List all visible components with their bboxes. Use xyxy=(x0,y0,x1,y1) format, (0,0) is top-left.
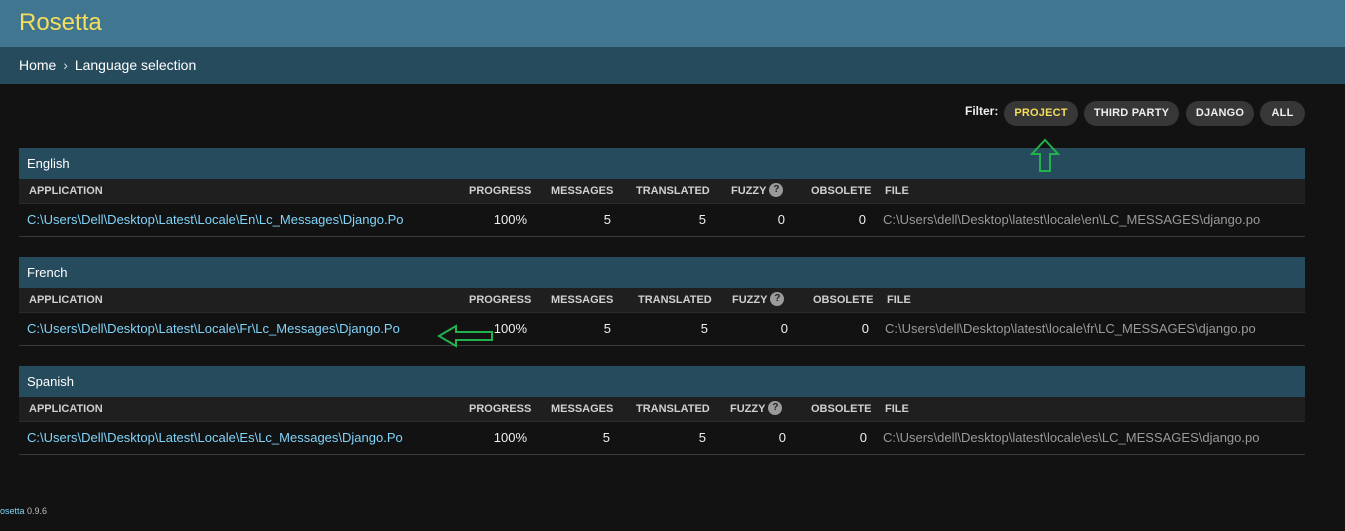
fuzzy-value: 0 xyxy=(778,430,786,445)
help-icon[interactable]: ? xyxy=(768,401,783,416)
file-path: C:\Users\dell\Desktop\latest\locale\fr\L… xyxy=(885,321,1256,336)
table-header: APPLICATION PROGRESS MESSAGES TRANSLATED… xyxy=(19,288,1305,313)
column-obsolete: OBSOLETE xyxy=(811,403,872,415)
file-path: C:\Users\dell\Desktop\latest\locale\en\L… xyxy=(883,212,1261,227)
breadcrumb-home-link[interactable]: Home xyxy=(19,57,56,73)
application-link[interactable]: C:\Users\Dell\Desktop\Latest\Locale\En\L… xyxy=(27,212,403,227)
table-row: C:\Users\Dell\Desktop\Latest\Locale\Es\L… xyxy=(19,422,1305,455)
column-fuzzy: FUZZY? xyxy=(730,397,783,421)
column-progress: PROGRESS xyxy=(469,294,532,306)
filter-label: Filter: xyxy=(965,104,999,118)
language-module-french: French APPLICATION PROGRESS MESSAGES TRA… xyxy=(19,257,1305,346)
site-header: Rosetta xyxy=(0,0,1345,47)
progress-value: 100% xyxy=(493,212,527,227)
footer-version: 0.9.6 xyxy=(27,506,48,516)
column-translated: TRANSLATED xyxy=(636,185,710,197)
filter-project-button[interactable]: PROJECT xyxy=(1004,101,1078,126)
site-brand[interactable]: Rosetta xyxy=(19,9,102,37)
translated-value: 5 xyxy=(698,212,706,227)
progress-value: 100% xyxy=(493,430,527,445)
translated-value: 5 xyxy=(700,321,708,336)
table-header: APPLICATION PROGRESS MESSAGES TRANSLATED… xyxy=(19,397,1305,422)
column-application: APPLICATION xyxy=(29,403,103,415)
footer-rosetta-link[interactable]: osetta xyxy=(0,506,25,516)
file-path: C:\Users\dell\Desktop\latest\locale\es\L… xyxy=(883,430,1260,445)
column-application: APPLICATION xyxy=(29,294,103,306)
column-fuzzy-label: FUZZY xyxy=(731,185,767,197)
column-obsolete: OBSOLETE xyxy=(813,294,874,306)
breadcrumb: Home › Language selection xyxy=(0,47,1345,84)
obsolete-value: 0 xyxy=(859,430,867,445)
column-fuzzy: FUZZY? xyxy=(731,179,784,203)
column-application: APPLICATION xyxy=(29,185,103,197)
obsolete-value: 0 xyxy=(858,212,866,227)
column-messages: MESSAGES xyxy=(551,294,614,306)
annotation-left-arrow-icon xyxy=(437,324,493,348)
language-module-spanish: Spanish APPLICATION PROGRESS MESSAGES TR… xyxy=(19,366,1305,455)
language-title: French xyxy=(19,257,1305,288)
column-file: FILE xyxy=(885,185,909,197)
messages-value: 5 xyxy=(603,321,611,336)
language-module-english: English APPLICATION PROGRESS MESSAGES TR… xyxy=(19,148,1305,237)
column-obsolete: OBSOLETE xyxy=(811,185,872,197)
messages-value: 5 xyxy=(602,430,610,445)
fuzzy-value: 0 xyxy=(777,212,785,227)
column-file: FILE xyxy=(887,294,911,306)
help-icon[interactable]: ? xyxy=(769,183,784,198)
breadcrumb-separator: › xyxy=(63,57,68,73)
column-translated: TRANSLATED xyxy=(638,294,712,306)
messages-value: 5 xyxy=(603,212,611,227)
annotation-up-arrow-icon xyxy=(1030,138,1060,172)
obsolete-value: 0 xyxy=(861,321,869,336)
column-progress: PROGRESS xyxy=(469,185,532,197)
application-link[interactable]: C:\Users\Dell\Desktop\Latest\Locale\Es\L… xyxy=(27,430,403,445)
help-icon[interactable]: ? xyxy=(770,292,785,307)
column-fuzzy-label: FUZZY xyxy=(730,403,766,415)
column-file: FILE xyxy=(885,403,909,415)
footer: osetta 0.9.6 xyxy=(0,506,47,516)
language-title: English xyxy=(19,148,1305,179)
column-progress: PROGRESS xyxy=(469,403,532,415)
column-translated: TRANSLATED xyxy=(636,403,710,415)
column-messages: MESSAGES xyxy=(551,403,614,415)
translated-value: 5 xyxy=(698,430,706,445)
column-fuzzy: FUZZY? xyxy=(732,288,785,312)
breadcrumb-current: Language selection xyxy=(74,57,197,73)
fuzzy-value: 0 xyxy=(780,321,788,336)
table-row: C:\Users\Dell\Desktop\Latest\Locale\En\L… xyxy=(19,204,1305,237)
language-title: Spanish xyxy=(19,366,1305,397)
filter-django-button[interactable]: DJANGO xyxy=(1186,101,1254,126)
table-header: APPLICATION PROGRESS MESSAGES TRANSLATED… xyxy=(19,179,1305,204)
table-row: C:\Users\Dell\Desktop\Latest\Locale\Fr\L… xyxy=(19,313,1305,346)
column-fuzzy-label: FUZZY xyxy=(732,294,768,306)
column-messages: MESSAGES xyxy=(551,185,614,197)
filter-all-button[interactable]: ALL xyxy=(1260,101,1305,126)
filter-third-party-button[interactable]: THIRD PARTY xyxy=(1084,101,1179,126)
application-link[interactable]: C:\Users\Dell\Desktop\Latest\Locale\Fr\L… xyxy=(27,321,400,336)
